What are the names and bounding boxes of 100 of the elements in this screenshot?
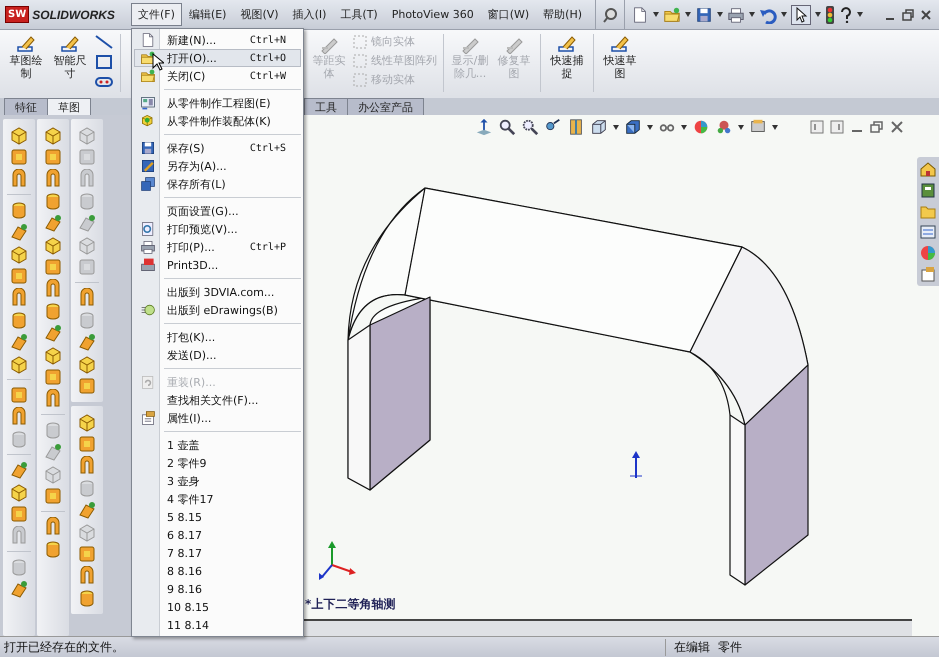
- zoom-area-icon[interactable]: [521, 118, 539, 136]
- command-tab[interactable]: 工具: [304, 98, 348, 115]
- sketch-tool-icon[interactable]: [77, 434, 97, 454]
- menu-option[interactable]: 打开(O)... Ctrl+O: [134, 49, 301, 67]
- feature-tool-icon[interactable]: [43, 442, 63, 462]
- command-tab[interactable]: 草图: [47, 98, 91, 115]
- menu-option[interactable]: 6 8.17: [134, 526, 301, 544]
- caret-icon[interactable]: [857, 12, 864, 17]
- printer-icon[interactable]: [727, 6, 746, 24]
- feature-tool-icon[interactable]: [9, 460, 29, 480]
- caret-icon[interactable]: [815, 12, 822, 17]
- feature-tool-icon[interactable]: [43, 213, 63, 233]
- sketch-tool-icon[interactable]: [77, 412, 97, 432]
- zoom-to-fit-icon[interactable]: [498, 118, 516, 136]
- caret-icon[interactable]: [772, 124, 778, 130]
- menu-option[interactable]: 出版到 eDrawings(B): [134, 301, 301, 319]
- traffic-light-icon[interactable]: [825, 6, 836, 24]
- feature-tool-icon[interactable]: [43, 345, 63, 365]
- command-tab[interactable]: 办公室产品: [347, 98, 424, 115]
- menu-option[interactable]: 出版到 3DVIA.com...: [134, 283, 301, 301]
- menu-item[interactable]: PhotoView 360: [384, 4, 481, 25]
- appearance-icon[interactable]: [692, 118, 710, 136]
- feature-tool-icon[interactable]: [43, 257, 63, 277]
- caret-icon[interactable]: [781, 12, 788, 17]
- menu-option[interactable]: 保存所有(L): [134, 175, 301, 193]
- menu-option[interactable]: 属性(I)...: [134, 409, 301, 427]
- caret-icon[interactable]: [749, 12, 756, 17]
- caret-icon[interactable]: [647, 124, 653, 130]
- menu-option[interactable]: 发送(D)...: [134, 346, 301, 364]
- menu-option[interactable]: 打印(P)... Ctrl+P: [134, 238, 301, 256]
- menu-option[interactable]: 另存为(A)...: [134, 157, 301, 175]
- sketch-tool-icon[interactable]: [77, 376, 97, 396]
- menu-option[interactable]: 关闭(C) Ctrl+W: [134, 67, 301, 85]
- command-button[interactable]: 快速捕捉: [547, 34, 587, 80]
- rectangle-tool-icon[interactable]: [94, 54, 114, 70]
- restore-icon[interactable]: [901, 8, 915, 22]
- normal-to-icon[interactable]: [475, 118, 493, 136]
- caret-icon[interactable]: [681, 124, 687, 130]
- feature-tool-icon[interactable]: [9, 354, 29, 374]
- menu-option[interactable]: 7 8.17: [134, 544, 301, 562]
- sketch-tool-icon[interactable]: [77, 213, 97, 233]
- save-icon[interactable]: [695, 6, 714, 24]
- menu-item[interactable]: 帮助(H): [536, 3, 590, 26]
- menu-item[interactable]: 插入(I): [286, 3, 334, 26]
- caret-icon[interactable]: [685, 12, 692, 17]
- menu-option[interactable]: 3 壶身: [134, 472, 301, 490]
- menu-option[interactable]: 从零件制作装配体(K): [134, 112, 301, 130]
- feature-tool-icon[interactable]: [9, 332, 29, 352]
- feature-tool-icon[interactable]: [43, 235, 63, 255]
- feature-tool-icon[interactable]: [9, 266, 29, 286]
- feature-tool-icon[interactable]: [43, 323, 63, 343]
- feature-tool-icon[interactable]: [43, 367, 63, 387]
- line-tool-icon[interactable]: [94, 34, 114, 50]
- feature-tool-icon[interactable]: [9, 504, 29, 524]
- section-view-icon[interactable]: [567, 118, 585, 136]
- custom-properties-icon[interactable]: [919, 265, 937, 283]
- home-icon[interactable]: [919, 160, 937, 178]
- feature-tool-icon[interactable]: [9, 482, 29, 502]
- close-icon[interactable]: [919, 8, 933, 22]
- menu-option[interactable]: 5 8.15: [134, 508, 301, 526]
- command-tab[interactable]: 特征: [4, 98, 48, 115]
- menu-option[interactable]: 从零件制作工程图(E): [134, 94, 301, 112]
- close-icon[interactable]: [890, 120, 904, 134]
- menu-option[interactable]: 新建(N)... Ctrl+N: [134, 31, 301, 49]
- menu-option[interactable]: 页面设置(G)...: [134, 202, 301, 220]
- menu-option[interactable]: 保存(S) Ctrl+S: [134, 139, 301, 157]
- magnifier-icon[interactable]: [602, 6, 618, 22]
- caret-icon[interactable]: [717, 12, 724, 17]
- command-button[interactable]: 草图绘制: [6, 34, 46, 80]
- menu-option[interactable]: 查找相关文件(F)...: [134, 391, 301, 409]
- menu-option[interactable]: 8 8.16: [134, 562, 301, 580]
- feature-tool-icon[interactable]: [9, 147, 29, 167]
- feature-tool-icon[interactable]: [9, 125, 29, 145]
- display-style-icon[interactable]: [624, 118, 642, 136]
- menu-item[interactable]: 窗口(W): [480, 3, 536, 26]
- slot-tool-icon[interactable]: [94, 74, 114, 90]
- feature-tool-icon[interactable]: [43, 125, 63, 145]
- caret-icon[interactable]: [613, 124, 619, 130]
- command-button[interactable]: 智能尺寸: [50, 34, 90, 80]
- caret-icon[interactable]: [738, 124, 744, 130]
- design-library-icon[interactable]: [919, 181, 937, 199]
- sketch-tool-icon[interactable]: [77, 354, 97, 374]
- tile-left-icon[interactable]: [810, 120, 824, 134]
- feature-tool-icon[interactable]: [9, 244, 29, 264]
- sketch-tool-icon[interactable]: [77, 544, 97, 564]
- restore-icon[interactable]: [870, 120, 884, 134]
- menu-option[interactable]: 2 零件9: [134, 454, 301, 472]
- help-icon[interactable]: [839, 6, 854, 22]
- sketch-tool-icon[interactable]: [77, 332, 97, 352]
- menu-option[interactable]: 11 8.14: [134, 616, 301, 634]
- tile-right-icon[interactable]: [830, 120, 844, 134]
- feature-tool-icon[interactable]: [9, 579, 29, 599]
- caret-icon[interactable]: [653, 12, 660, 17]
- menu-option[interactable]: 打印预览(V)...: [134, 220, 301, 238]
- menu-option[interactable]: 打包(K)...: [134, 328, 301, 346]
- sketch-tool-icon[interactable]: [77, 500, 97, 520]
- feature-tool-icon[interactable]: [9, 222, 29, 242]
- menu-option[interactable]: 1 壶盖: [134, 436, 301, 454]
- menu-option[interactable]: 4 零件17: [134, 490, 301, 508]
- menu-item[interactable]: 编辑(E): [182, 3, 234, 26]
